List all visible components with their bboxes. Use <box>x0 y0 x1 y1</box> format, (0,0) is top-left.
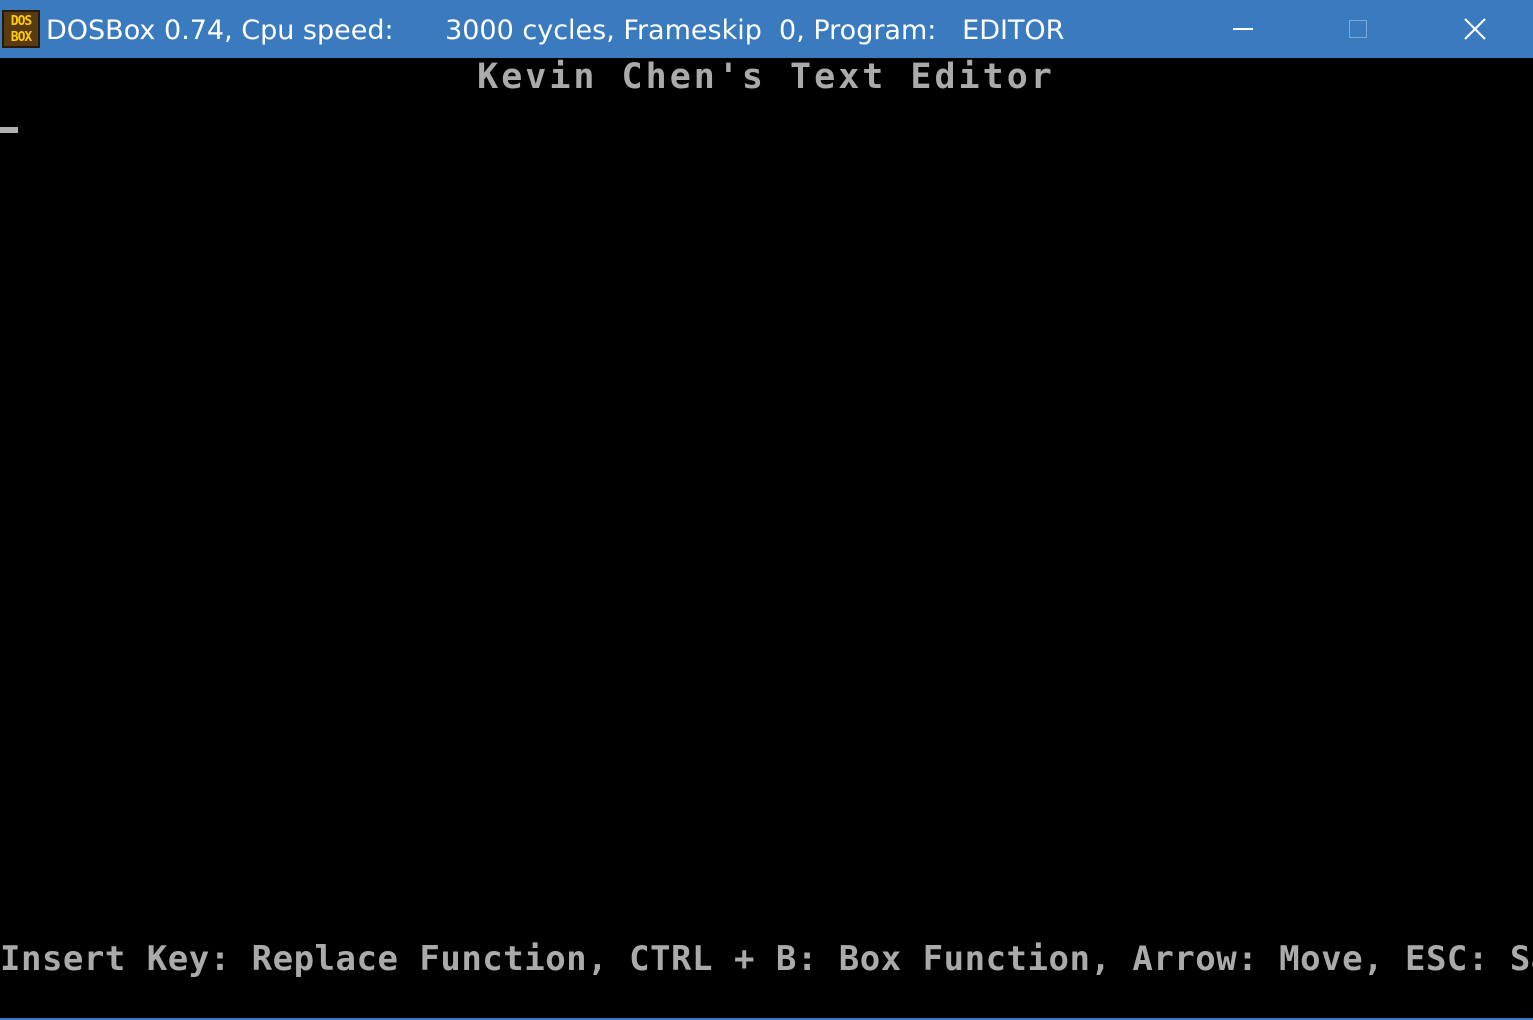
editor-title: Kevin Chen's Text Editor <box>477 57 1055 97</box>
dosbox-app-icon[interactable]: DOS BOX <box>2 10 40 48</box>
window-title: DOSBox 0.74, Cpu speed: 3000 cycles, Fra… <box>46 15 1065 46</box>
dosbox-window: DOS BOX DOSBox 0.74, Cpu speed: 3000 cyc… <box>0 0 1533 1020</box>
maximize-button[interactable] <box>1308 0 1408 58</box>
minimize-icon <box>1233 28 1253 30</box>
close-icon <box>1464 18 1486 40</box>
app-icon-text-bottom: BOX <box>10 29 33 45</box>
maximize-icon <box>1349 20 1367 38</box>
app-icon-text-top: DOS <box>10 13 33 29</box>
minimize-button[interactable] <box>1193 0 1293 58</box>
text-cursor <box>0 127 18 133</box>
title-bar[interactable]: DOS BOX DOSBox 0.74, Cpu speed: 3000 cyc… <box>0 0 1533 58</box>
dos-screen[interactable]: Kevin Chen's Text Editor Insert Key: Rep… <box>0 58 1533 1020</box>
help-status-line: Insert Key: Replace Function, CTRL + B: … <box>0 939 1533 979</box>
close-button[interactable] <box>1425 0 1525 58</box>
